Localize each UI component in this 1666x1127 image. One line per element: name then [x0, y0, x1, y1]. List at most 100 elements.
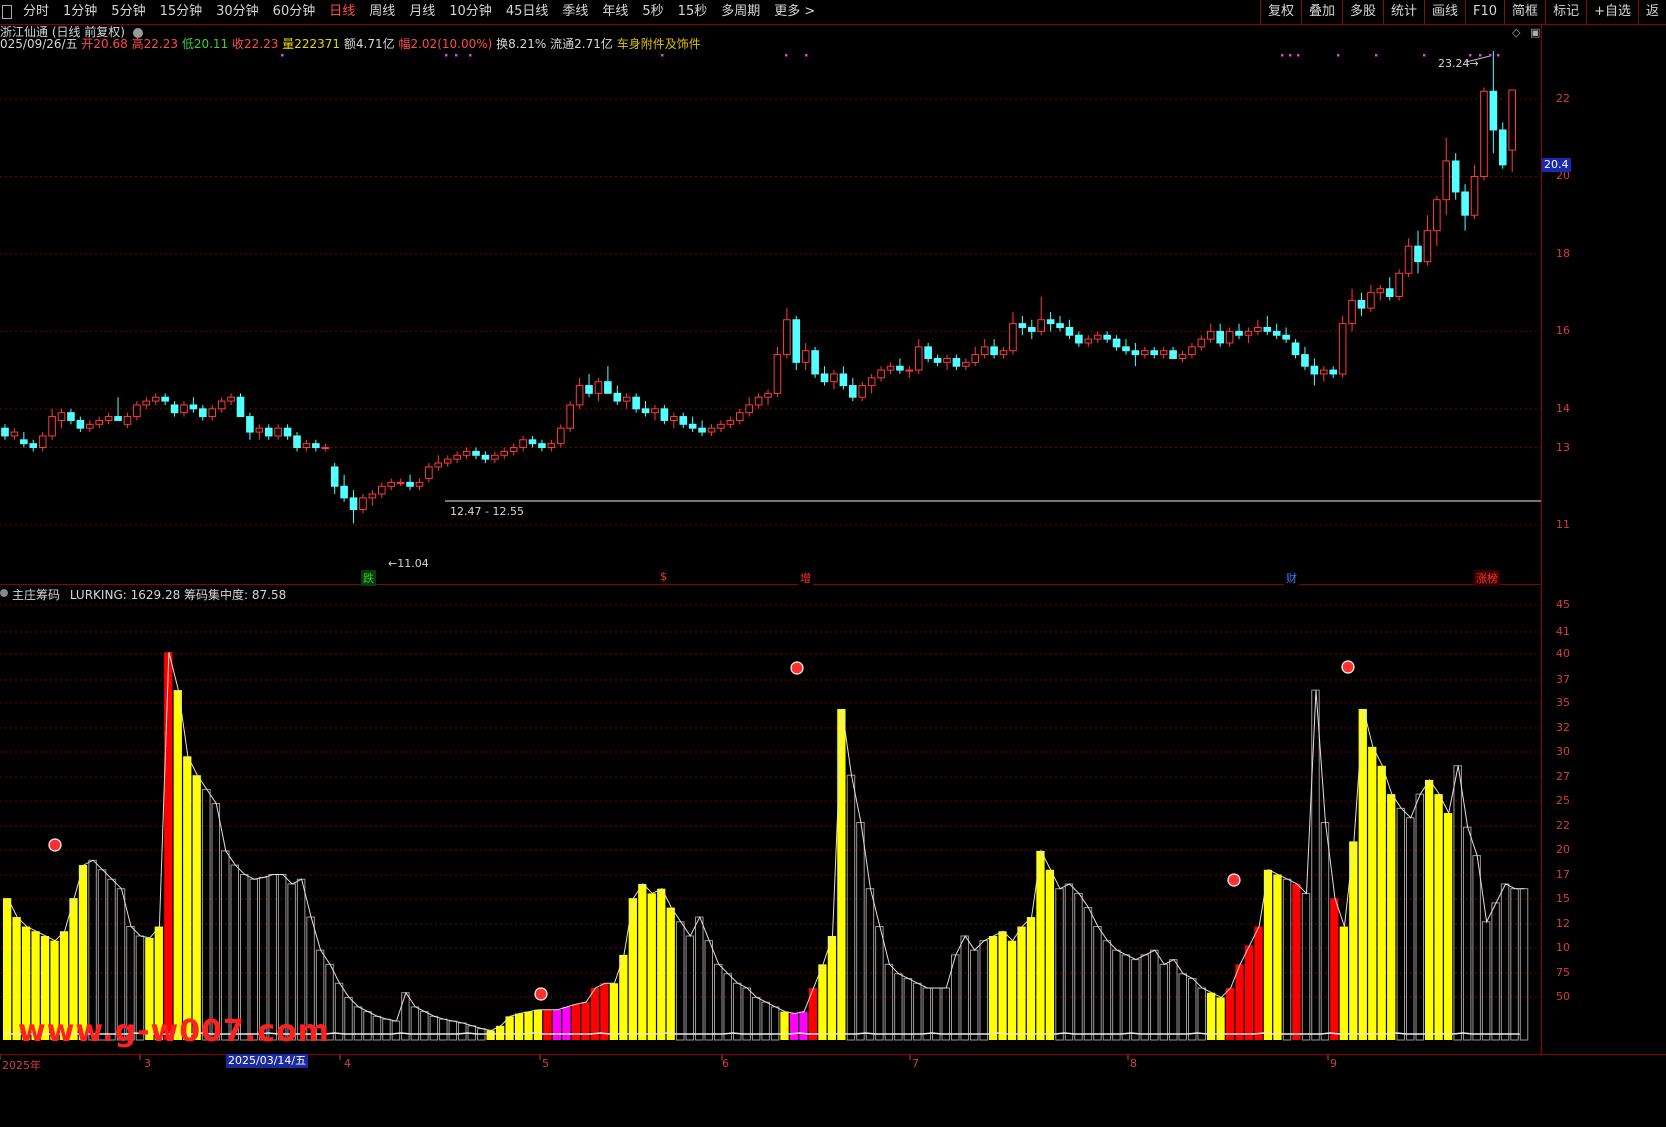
event-tag[interactable]: 增 — [798, 570, 813, 586]
chip-bar — [780, 1011, 789, 1040]
chip-bar — [1074, 892, 1083, 1041]
candle-body — [839, 373, 848, 387]
signal-dot — [1289, 54, 1292, 57]
candle-body — [1235, 330, 1243, 336]
candle-body — [1423, 230, 1432, 263]
chip-bar — [486, 1030, 495, 1040]
candle-body — [1508, 89, 1517, 151]
candle-body — [293, 435, 301, 449]
indicator-axis-label: 17 — [1556, 868, 1570, 881]
candle-body — [877, 369, 885, 379]
candle-body — [312, 443, 320, 449]
chip-bar — [1425, 779, 1434, 1040]
indicator-axis-label: 20 — [1556, 843, 1570, 856]
candle-body — [1206, 330, 1215, 340]
candle-body — [170, 404, 179, 414]
candle-body — [1037, 319, 1046, 332]
chip-bar — [1178, 973, 1188, 1041]
candle-body — [462, 450, 471, 456]
candle-body — [1, 427, 9, 437]
candle-body — [123, 416, 132, 425]
candle-body — [1263, 326, 1272, 332]
candle-body — [999, 350, 1008, 356]
candle-body — [1433, 199, 1441, 232]
chip-bar — [1007, 940, 1017, 1040]
chip-bar — [410, 1006, 420, 1041]
candle-body — [1310, 365, 1319, 375]
chip-bar — [884, 963, 894, 1041]
signal-dot — [469, 54, 472, 57]
candle-body — [971, 354, 980, 363]
chip-bar — [562, 1006, 571, 1040]
signal-dot — [1281, 54, 1284, 57]
panel-divider[interactable] — [0, 584, 1541, 585]
chip-bar — [1491, 902, 1500, 1041]
signal-dot — [805, 54, 808, 57]
chip-bar — [1206, 992, 1216, 1040]
event-tag[interactable]: 财 — [1284, 570, 1299, 586]
candle-body — [208, 408, 217, 418]
candle-body — [575, 385, 584, 406]
candle-body — [604, 381, 612, 394]
candle-body — [1103, 334, 1111, 340]
price-axis-label: 13 — [1556, 440, 1570, 454]
candle-body — [1498, 129, 1507, 166]
candle-body — [1056, 323, 1064, 328]
candle-body — [1385, 288, 1394, 298]
candle-body — [1169, 350, 1177, 359]
candle-body — [1404, 245, 1413, 274]
signal-dot — [785, 54, 788, 57]
signal-dot — [1375, 54, 1378, 57]
candle-body — [896, 365, 904, 371]
chip-bar — [1406, 817, 1415, 1041]
signal-dot — [1479, 54, 1482, 57]
candle-body — [745, 404, 753, 414]
candle-body — [1470, 175, 1479, 216]
chip-bar — [922, 987, 932, 1041]
chip-bar — [770, 1006, 780, 1041]
chip-bar — [543, 1009, 552, 1040]
chip-bar — [638, 883, 647, 1040]
signal-dot — [455, 54, 458, 57]
signal-ball-icon — [534, 987, 548, 1001]
chip-bar — [1169, 959, 1178, 1041]
candle-body — [905, 369, 914, 372]
chip-bar — [960, 935, 969, 1041]
candle-body — [1376, 288, 1385, 294]
chip-bar — [979, 940, 988, 1041]
chip-bar — [164, 652, 173, 1040]
event-tag[interactable]: 涨榜 — [1474, 570, 1500, 586]
signal-dot — [281, 54, 284, 57]
cursor-date: 2025/03/14/五 — [226, 1054, 309, 1068]
candle-body — [943, 357, 951, 363]
candle-body — [1188, 346, 1196, 356]
indicator-name[interactable]: 主庄筹码 — [12, 588, 60, 602]
candle-body — [29, 443, 38, 449]
chip-bar — [1225, 987, 1235, 1040]
chip-bar — [429, 1015, 439, 1041]
candle-body — [622, 396, 631, 402]
indicator-axis-label: 12 — [1556, 917, 1570, 930]
candle-body — [57, 412, 66, 421]
indicator-axis-label: 15 — [1556, 892, 1570, 905]
candle-body — [726, 419, 735, 425]
candle-body — [406, 481, 414, 487]
chip-bar — [1244, 945, 1254, 1040]
chip-bar — [600, 983, 609, 1040]
candle-body — [227, 396, 235, 402]
chart-canvas[interactable] — [0, 0, 1666, 1127]
chip-bar — [1026, 917, 1036, 1040]
event-tag[interactable]: 跌 — [361, 570, 376, 586]
candle-body — [1348, 299, 1356, 325]
chip-bar — [1197, 987, 1206, 1041]
event-tag[interactable]: $ — [658, 570, 669, 583]
chip-bar — [1320, 822, 1330, 1041]
chip-bar — [789, 1013, 799, 1040]
candle-body — [1489, 90, 1498, 131]
candle-body — [199, 408, 207, 418]
chip-bar — [420, 1011, 429, 1041]
candle-body — [1414, 245, 1422, 263]
chip-bar — [1273, 874, 1282, 1040]
date-tick-label: 4 — [344, 1057, 351, 1070]
candle-body — [1150, 350, 1159, 356]
